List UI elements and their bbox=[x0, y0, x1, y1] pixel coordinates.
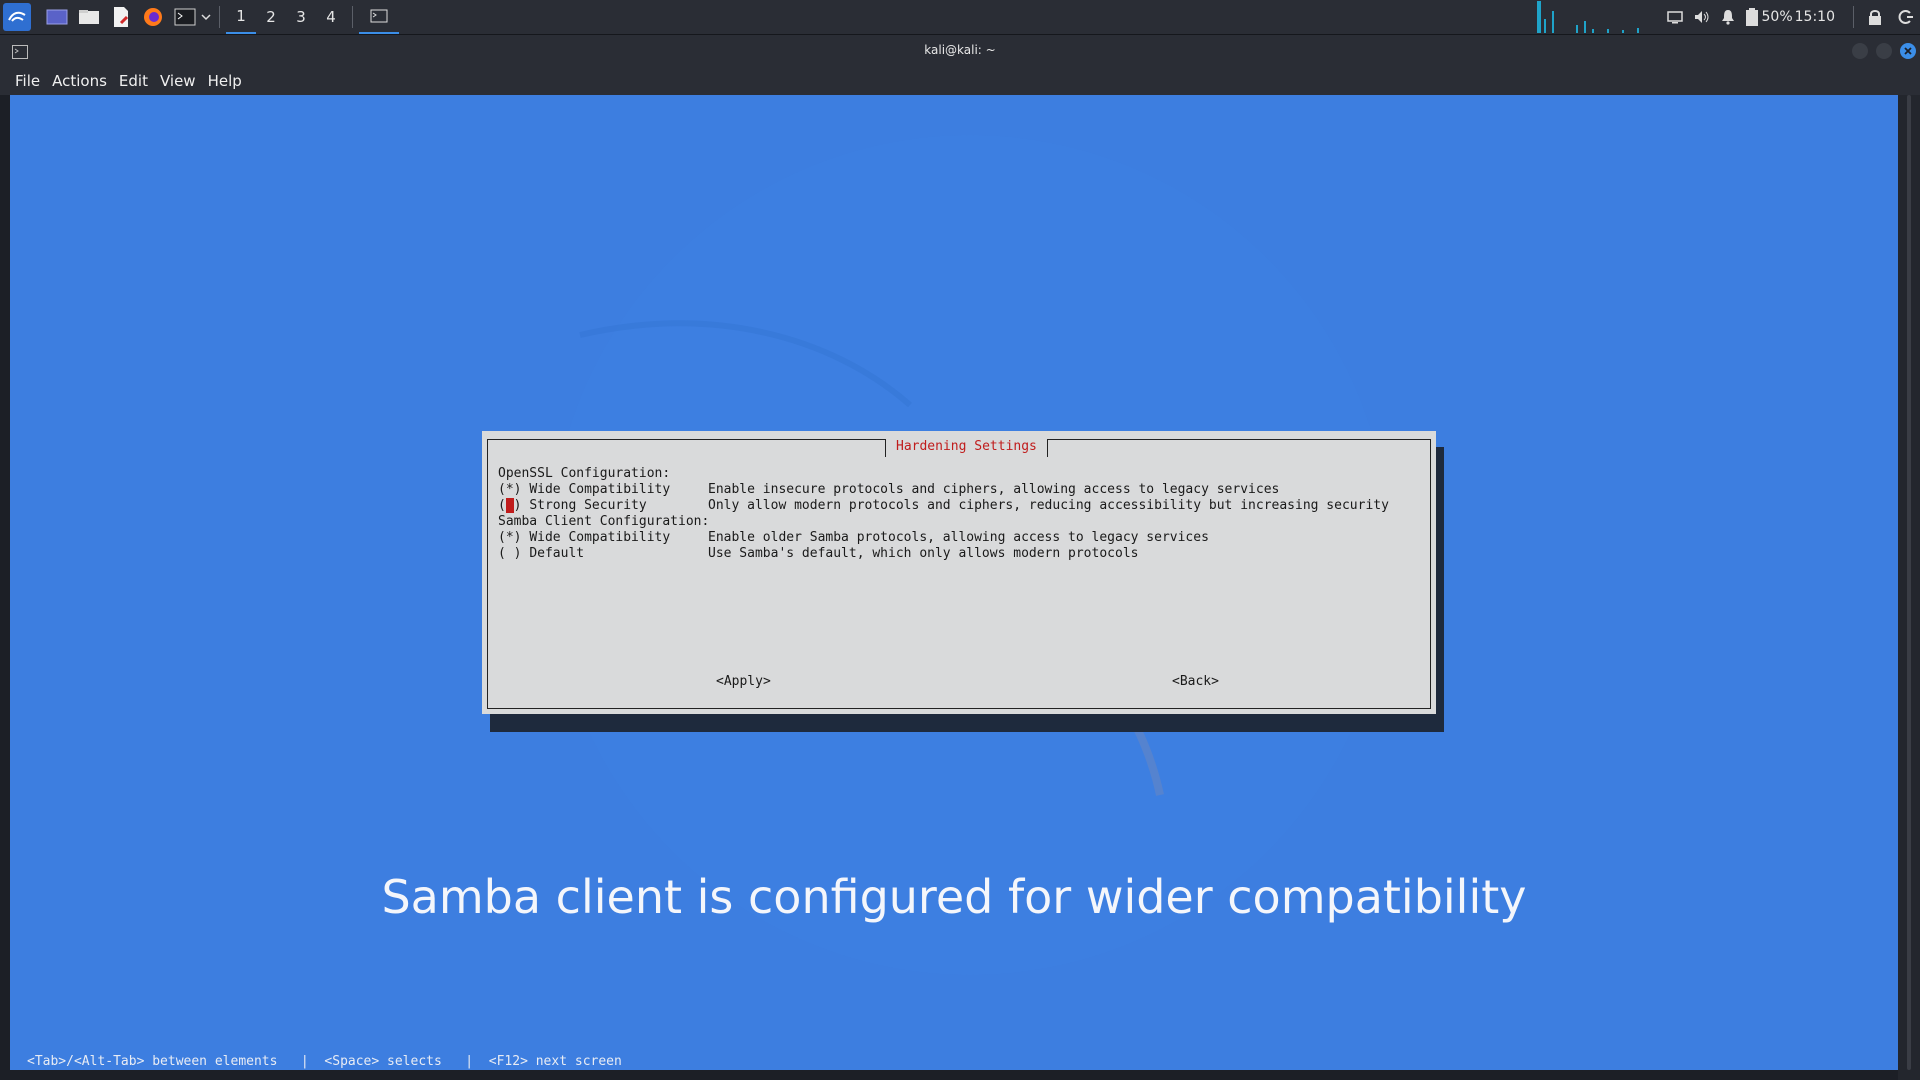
scrollbar[interactable] bbox=[1898, 95, 1920, 1080]
close-button[interactable] bbox=[1900, 43, 1916, 59]
option-description: Enable older Samba protocols, allowing a… bbox=[708, 530, 1209, 545]
maximize-button[interactable] bbox=[1876, 43, 1892, 59]
apply-button[interactable]: <Apply> bbox=[716, 674, 771, 689]
workspace-3[interactable]: 3 bbox=[286, 0, 316, 34]
menubar: File Actions Edit View Help bbox=[0, 67, 1920, 95]
samba-header: Samba Client Configuration: bbox=[498, 514, 710, 529]
dialog-title: Hardening Settings bbox=[885, 439, 1048, 457]
subtitle-caption: Samba client is configured for wider com… bbox=[381, 870, 1527, 924]
keyboard-help-line: <Tab>/<Alt-Tab> between elements | <Spac… bbox=[27, 1054, 622, 1069]
taskbar-terminal-window[interactable] bbox=[359, 0, 399, 34]
show-desktop-icon[interactable] bbox=[45, 5, 69, 29]
battery-indicator[interactable]: 50% bbox=[1745, 8, 1793, 26]
terminal-area[interactable]: Hardening Settings OpenSSL Configuration… bbox=[10, 95, 1898, 1070]
display-icon[interactable] bbox=[1666, 10, 1683, 24]
radio-mark: (*) bbox=[498, 530, 522, 545]
radio-mark: (*) bbox=[498, 482, 522, 497]
notification-bell-icon[interactable] bbox=[1721, 9, 1735, 25]
text-editor-icon[interactable] bbox=[109, 5, 133, 29]
chevron-down-icon[interactable] bbox=[199, 5, 213, 29]
terminal-launcher-icon[interactable] bbox=[173, 5, 197, 29]
back-button[interactable]: <Back> bbox=[1172, 674, 1219, 689]
radio-samba-wide[interactable]: (*) Wide Compatibility bbox=[498, 530, 670, 545]
separator bbox=[352, 6, 353, 28]
option-label: Default bbox=[529, 546, 585, 561]
close-icon bbox=[1904, 47, 1912, 55]
text-cursor bbox=[505, 498, 514, 513]
menu-view[interactable]: View bbox=[160, 72, 196, 90]
option-label: Wide Compatibility bbox=[529, 530, 671, 545]
radio-samba-default[interactable]: ( ) Default bbox=[498, 546, 584, 561]
option-label: Strong Security bbox=[529, 498, 647, 513]
radio-openssl-wide[interactable]: (*) Wide Compatibility bbox=[498, 482, 670, 497]
menu-actions[interactable]: Actions bbox=[52, 72, 107, 90]
radio-mark: ( ) bbox=[498, 546, 522, 561]
option-description: Enable insecure protocols and ciphers, a… bbox=[708, 482, 1280, 497]
hardening-dialog: Hardening Settings OpenSSL Configuration… bbox=[482, 431, 1436, 714]
menu-edit[interactable]: Edit bbox=[119, 72, 148, 90]
logout-icon[interactable] bbox=[1898, 9, 1914, 25]
window-titlebar[interactable]: kali@kali: ~ bbox=[0, 35, 1920, 67]
workspace-1[interactable]: 1 bbox=[226, 0, 256, 34]
option-description: Use Samba's default, which only allows m… bbox=[708, 546, 1139, 561]
radio-openssl-strong[interactable]: ( ) Strong Security bbox=[498, 498, 647, 513]
separator bbox=[1853, 6, 1854, 28]
kali-menu-icon[interactable] bbox=[3, 3, 31, 31]
lock-icon[interactable] bbox=[1868, 9, 1882, 25]
battery-percent: 50% bbox=[1761, 9, 1793, 25]
volume-icon[interactable] bbox=[1693, 9, 1711, 25]
taskbar: 1 2 3 4 50% 15:10 bbox=[0, 0, 1920, 35]
window-title: kali@kali: ~ bbox=[924, 43, 996, 57]
workspace-2[interactable]: 2 bbox=[256, 0, 286, 34]
system-tray: 50% 15:10 bbox=[1532, 0, 1920, 34]
separator bbox=[219, 6, 220, 28]
scrollbar-thumb[interactable] bbox=[1907, 95, 1911, 1070]
menu-help[interactable]: Help bbox=[208, 72, 242, 90]
file-manager-icon[interactable] bbox=[77, 5, 101, 29]
clock[interactable]: 15:10 bbox=[1795, 9, 1835, 25]
cpu-graph bbox=[1532, 1, 1647, 33]
option-label: Wide Compatibility bbox=[529, 482, 671, 497]
option-description: Only allow modern protocols and ciphers,… bbox=[708, 498, 1389, 513]
firefox-icon[interactable] bbox=[141, 5, 165, 29]
openssl-header: OpenSSL Configuration: bbox=[498, 466, 671, 481]
menu-file[interactable]: File bbox=[15, 72, 40, 90]
workspace-4[interactable]: 4 bbox=[316, 0, 346, 34]
minimize-button[interactable] bbox=[1852, 43, 1868, 59]
